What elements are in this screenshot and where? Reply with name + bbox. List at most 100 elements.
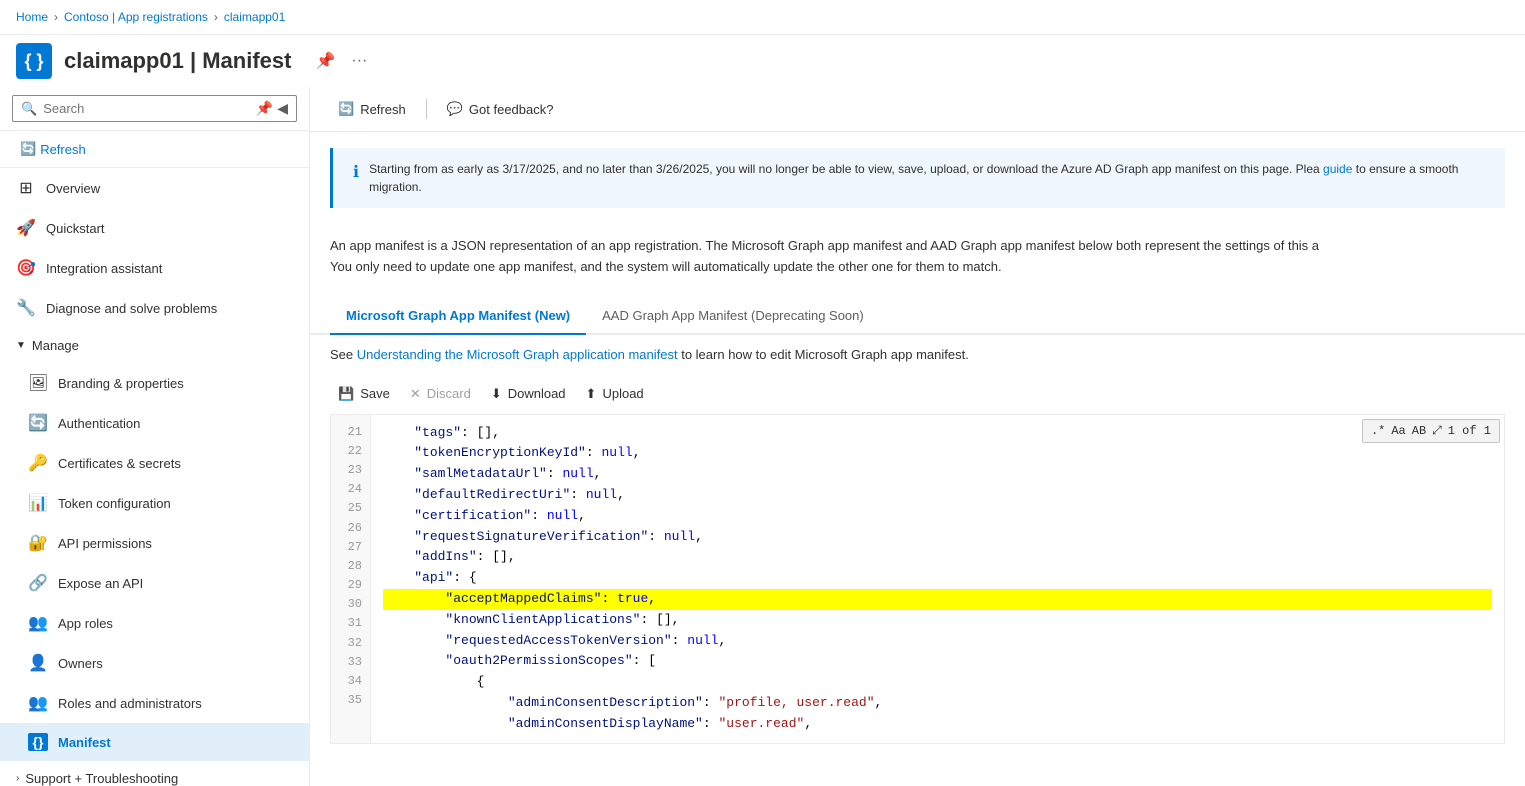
search-input[interactable] bbox=[43, 101, 250, 116]
sidebar-item-label: Overview bbox=[46, 181, 100, 196]
sidebar-refresh-label: Refresh bbox=[40, 142, 86, 157]
support-section-label: Support + Troubleshooting bbox=[25, 771, 178, 786]
sidebar-item-label: Authentication bbox=[58, 416, 140, 431]
search-icon: 🔍 bbox=[21, 101, 37, 117]
sidebar-item-owners[interactable]: 👤 Owners bbox=[0, 643, 309, 683]
tab-ms-graph-label: Microsoft Graph App Manifest (New) bbox=[346, 308, 570, 323]
find-regex-icon: .* bbox=[1371, 424, 1385, 438]
tab-aad-graph-label: AAD Graph App Manifest (Deprecating Soon… bbox=[602, 308, 864, 323]
main-content: 🔄 Refresh 💬 Got feedback? ℹ Starting fro… bbox=[310, 87, 1525, 786]
sidebar-item-label: Branding & properties bbox=[58, 376, 184, 391]
manage-section-header[interactable]: ▼ Manage bbox=[0, 328, 309, 363]
upload-button[interactable]: ⬆ Upload bbox=[578, 382, 652, 406]
discard-icon: ✕ bbox=[410, 386, 421, 402]
sidebar-item-label: Token configuration bbox=[58, 496, 171, 511]
code-editor: 212223242526272829303132333435 "tags": [… bbox=[330, 414, 1505, 744]
sidebar-item-label: Certificates & secrets bbox=[58, 456, 181, 471]
sidebar-refresh-button[interactable]: 🔄 Refresh bbox=[12, 137, 94, 161]
sidebar-item-label: Roles and administrators bbox=[58, 696, 202, 711]
roles-admins-icon: 👥 bbox=[28, 693, 48, 713]
find-widget: .* Aa AB ⤢ 1 of 1 bbox=[1362, 419, 1500, 443]
sidebar-item-branding[interactable]: 🖼 Branding & properties bbox=[0, 363, 309, 403]
sidebar: 🔍 📌 ◀ 🔄 Refresh ⊞ Overview 🚀 Quicksta bbox=[0, 87, 310, 786]
tab-ms-graph[interactable]: Microsoft Graph App Manifest (New) bbox=[330, 298, 586, 335]
find-result: 1 of 1 bbox=[1448, 424, 1491, 438]
feedback-icon: 💬 bbox=[447, 101, 463, 117]
sidebar-item-certificates[interactable]: 🔑 Certificates & secrets bbox=[0, 443, 309, 483]
upload-icon: ⬆ bbox=[586, 386, 597, 402]
more-button[interactable]: ··· bbox=[347, 48, 371, 74]
sidebar-item-integration[interactable]: 🎯 Integration assistant bbox=[0, 248, 309, 288]
sidebar-collapse-icon[interactable]: ◀ bbox=[277, 100, 288, 117]
breadcrumb-app[interactable]: claimapp01 bbox=[224, 10, 285, 24]
banner-guide-link[interactable]: guide bbox=[1323, 162, 1352, 176]
sidebar-item-expose-api[interactable]: 🔗 Expose an API bbox=[0, 563, 309, 603]
api-permissions-icon: 🔐 bbox=[28, 533, 48, 553]
download-label: Download bbox=[508, 386, 566, 401]
sidebar-item-token[interactable]: 📊 Token configuration bbox=[0, 483, 309, 523]
manifest-info-suffix: to learn how to edit Microsoft Graph app… bbox=[681, 347, 969, 362]
sidebar-item-authentication[interactable]: 🔄 Authentication bbox=[0, 403, 309, 443]
upload-label: Upload bbox=[602, 386, 643, 401]
feedback-button[interactable]: 💬 Got feedback? bbox=[439, 97, 562, 121]
chevron-down-icon: ▼ bbox=[16, 340, 26, 351]
sidebar-pin-icon[interactable]: 📌 bbox=[256, 100, 273, 117]
sidebar-item-label: Owners bbox=[58, 656, 103, 671]
banner-text: Starting from as early as 3/17/2025, and… bbox=[369, 160, 1485, 196]
breadcrumb-home[interactable]: Home bbox=[16, 10, 48, 24]
refresh-icon: 🔄 bbox=[20, 141, 36, 157]
manifest-info-link[interactable]: Understanding the Microsoft Graph applic… bbox=[357, 347, 678, 362]
description: An app manifest is a JSON representation… bbox=[310, 224, 1525, 290]
sidebar-item-api-permissions[interactable]: 🔐 API permissions bbox=[0, 523, 309, 563]
pin-button[interactable]: 📌 bbox=[311, 47, 339, 75]
integration-icon: 🎯 bbox=[16, 258, 36, 278]
app-icon: { } bbox=[16, 43, 52, 79]
sidebar-item-roles-admins[interactable]: 👥 Roles and administrators bbox=[0, 683, 309, 723]
expose-api-icon: 🔗 bbox=[28, 573, 48, 593]
sidebar-item-manifest[interactable]: {} Manifest bbox=[0, 723, 309, 761]
diagnose-icon: 🔧 bbox=[16, 298, 36, 318]
save-icon: 💾 bbox=[338, 386, 354, 402]
support-section-header[interactable]: › Support + Troubleshooting bbox=[0, 761, 309, 786]
sidebar-item-app-roles[interactable]: 👥 App roles bbox=[0, 603, 309, 643]
certificates-icon: 🔑 bbox=[28, 453, 48, 473]
toolbar-separator bbox=[426, 99, 427, 119]
find-case-icon: Aa bbox=[1391, 424, 1405, 438]
sidebar-item-diagnose[interactable]: 🔧 Diagnose and solve problems bbox=[0, 288, 309, 328]
sidebar-item-quickstart[interactable]: 🚀 Quickstart bbox=[0, 208, 309, 248]
code-lines[interactable]: "tags": [], "tokenEncryptionKeyId": null… bbox=[371, 415, 1504, 743]
download-button[interactable]: ⬇ Download bbox=[483, 382, 574, 406]
line-numbers: 212223242526272829303132333435 bbox=[331, 415, 371, 743]
token-icon: 📊 bbox=[28, 493, 48, 513]
owners-icon: 👤 bbox=[28, 653, 48, 673]
search-container: 🔍 📌 ◀ bbox=[0, 87, 309, 131]
save-button[interactable]: 💾 Save bbox=[330, 382, 398, 406]
discard-label: Discard bbox=[427, 386, 471, 401]
find-word-icon: AB bbox=[1412, 424, 1426, 438]
manifest-info-prefix: See bbox=[330, 347, 357, 362]
refresh-button[interactable]: 🔄 Refresh bbox=[330, 97, 414, 121]
app-header: { } claimapp01 | Manifest 📌 ··· bbox=[0, 35, 1525, 87]
discard-button[interactable]: ✕ Discard bbox=[402, 382, 479, 406]
tab-aad-graph[interactable]: AAD Graph App Manifest (Deprecating Soon… bbox=[586, 298, 880, 335]
tabs-row: Microsoft Graph App Manifest (New) AAD G… bbox=[310, 298, 1525, 335]
breadcrumb: Home › Contoso | App registrations › cla… bbox=[0, 0, 1525, 35]
save-label: Save bbox=[360, 386, 390, 401]
description-line1: An app manifest is a JSON representation… bbox=[330, 236, 1505, 257]
manifest-info: See Understanding the Microsoft Graph ap… bbox=[310, 335, 1525, 374]
info-banner: ℹ Starting from as early as 3/17/2025, a… bbox=[330, 148, 1505, 208]
breadcrumb-tenant[interactable]: Contoso | App registrations bbox=[64, 10, 208, 24]
quickstart-icon: 🚀 bbox=[16, 218, 36, 238]
app-roles-icon: 👥 bbox=[28, 613, 48, 633]
overview-icon: ⊞ bbox=[16, 178, 36, 198]
sidebar-item-overview[interactable]: ⊞ Overview bbox=[0, 168, 309, 208]
download-icon: ⬇ bbox=[491, 386, 502, 402]
branding-icon: 🖼 bbox=[28, 373, 48, 393]
sidebar-item-label: Manifest bbox=[58, 735, 111, 750]
description-line2: You only need to update one app manifest… bbox=[330, 257, 1505, 278]
manifest-icon: {} bbox=[28, 733, 48, 751]
sidebar-nav: ⊞ Overview 🚀 Quickstart 🎯 Integration as… bbox=[0, 168, 309, 786]
sidebar-item-label: Diagnose and solve problems bbox=[46, 301, 217, 316]
app-title: claimapp01 | Manifest bbox=[64, 48, 291, 74]
refresh-toolbar-icon: 🔄 bbox=[338, 101, 354, 117]
